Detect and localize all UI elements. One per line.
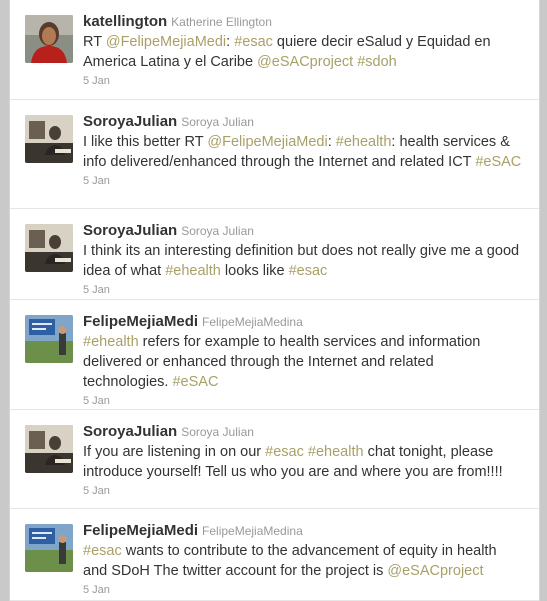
tweet-timestamp[interactable]: 5 Jan <box>83 395 523 407</box>
screen-name[interactable]: SoroyaJulian <box>83 113 177 130</box>
mention-link[interactable]: @FelipeMejiaMedi <box>106 34 226 50</box>
tweet-timestamp[interactable]: 5 Jan <box>83 175 523 187</box>
hashtag-link[interactable]: #esac <box>83 543 122 559</box>
avatar-outdoor-sign[interactable] <box>25 315 73 363</box>
tweet-text: If you are listening in on our #esac #eh… <box>83 442 523 482</box>
hashtag-link[interactable]: #esac <box>289 263 328 279</box>
tweet-text-fragment: RT <box>83 34 106 50</box>
full-name: FelipeMejiaMedina <box>202 315 303 329</box>
hashtag-link[interactable]: #ehealth <box>336 134 392 150</box>
screen-name[interactable]: katellington <box>83 13 167 30</box>
avatar-sepia-desk[interactable] <box>25 115 73 163</box>
full-name: Soroya Julian <box>181 224 254 238</box>
tweet-text-fragment: I like this better RT <box>83 134 208 150</box>
avatar-outdoor-sign[interactable] <box>25 524 73 572</box>
full-name: Soroya Julian <box>181 115 254 129</box>
tweet-item[interactable]: FelipeMejiaMedi FelipeMejiaMedina #esac w… <box>10 509 539 601</box>
tweet-text-fragment: : <box>327 134 336 150</box>
mention-link[interactable]: @eSACproject <box>387 563 483 579</box>
tweet-timestamp[interactable]: 5 Jan <box>83 284 523 296</box>
tweet-text-fragment: If you are listening in on our <box>83 444 266 460</box>
tweet-text-fragment: : <box>226 34 235 50</box>
mention-link[interactable]: @eSACproject <box>257 54 353 70</box>
tweet-text: RT @FelipeMejiaMedi: #esac quiere decir … <box>83 32 523 72</box>
mention-link[interactable]: @FelipeMejiaMedi <box>207 134 327 150</box>
hashtag-link[interactable]: #eSAC <box>172 374 218 390</box>
tweet-item[interactable]: katellington Katherine Ellington RT @Feli… <box>10 0 539 100</box>
hashtag-link[interactable]: #eSAC <box>475 154 521 170</box>
screen-name[interactable]: SoroyaJulian <box>83 222 177 239</box>
tweet-text: I like this better RT @FelipeMejiaMedi: … <box>83 132 523 172</box>
full-name: Soroya Julian <box>181 425 254 439</box>
hashtag-link[interactable]: #ehealth <box>83 334 139 350</box>
tweet-text: #ehealth refers for example to health se… <box>83 332 523 392</box>
hashtag-link[interactable]: #esac <box>265 444 304 460</box>
full-name: Katherine Ellington <box>171 15 272 29</box>
tweet-text: I think its an interesting definition bu… <box>83 241 523 281</box>
full-name: FelipeMejiaMedina <box>202 524 303 538</box>
tweet-item[interactable]: FelipeMejiaMedi FelipeMejiaMedina #ehealt… <box>10 300 539 410</box>
hashtag-link[interactable]: #ehealth <box>165 263 221 279</box>
avatar-sepia-desk[interactable] <box>25 224 73 272</box>
screen-name[interactable]: FelipeMejiaMedi <box>83 313 198 330</box>
tweet-item[interactable]: SoroyaJulian Soroya Julian If you are lis… <box>10 410 539 509</box>
hashtag-link[interactable]: #sdoh <box>357 54 397 70</box>
tweet-text: #esac wants to contribute to the advance… <box>83 541 523 581</box>
screen-name[interactable]: FelipeMejiaMedi <box>83 522 198 539</box>
avatar-woman-red-top[interactable] <box>25 15 73 63</box>
tweet-item[interactable]: SoroyaJulian Soroya Julian I think its an… <box>10 209 539 300</box>
tweet-item[interactable]: SoroyaJulian Soroya Julian I like this be… <box>10 100 539 209</box>
hashtag-link[interactable]: #esac <box>234 34 273 50</box>
avatar-sepia-desk[interactable] <box>25 425 73 473</box>
tweet-timestamp[interactable]: 5 Jan <box>83 75 523 87</box>
tweet-timeline: katellington Katherine Ellington RT @Feli… <box>9 0 540 601</box>
tweet-text-fragment: refers for example to health services an… <box>83 334 481 390</box>
tweet-timestamp[interactable]: 5 Jan <box>83 485 523 497</box>
tweet-text-fragment: looks like <box>220 263 289 279</box>
screen-name[interactable]: SoroyaJulian <box>83 423 177 440</box>
hashtag-link[interactable]: #ehealth <box>308 444 364 460</box>
tweet-timestamp[interactable]: 5 Jan <box>83 584 523 596</box>
